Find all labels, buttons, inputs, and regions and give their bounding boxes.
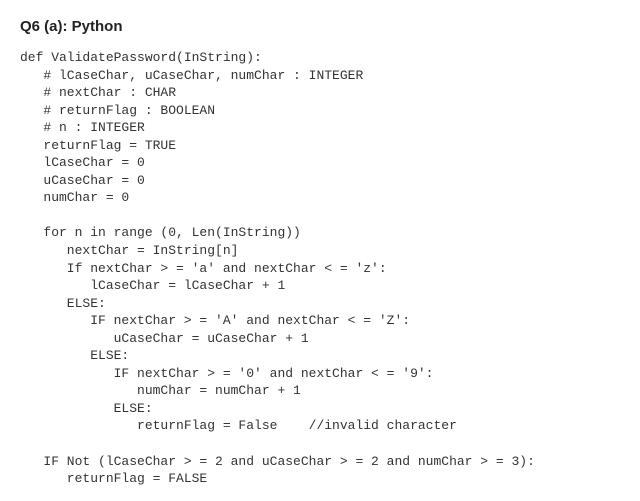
question-heading: Q6 (a): Python	[20, 18, 620, 35]
document-page: Q6 (a): Python def ValidatePassword(InSt…	[0, 0, 640, 501]
code-block: def ValidatePassword(InString): # lCaseC…	[20, 49, 620, 501]
